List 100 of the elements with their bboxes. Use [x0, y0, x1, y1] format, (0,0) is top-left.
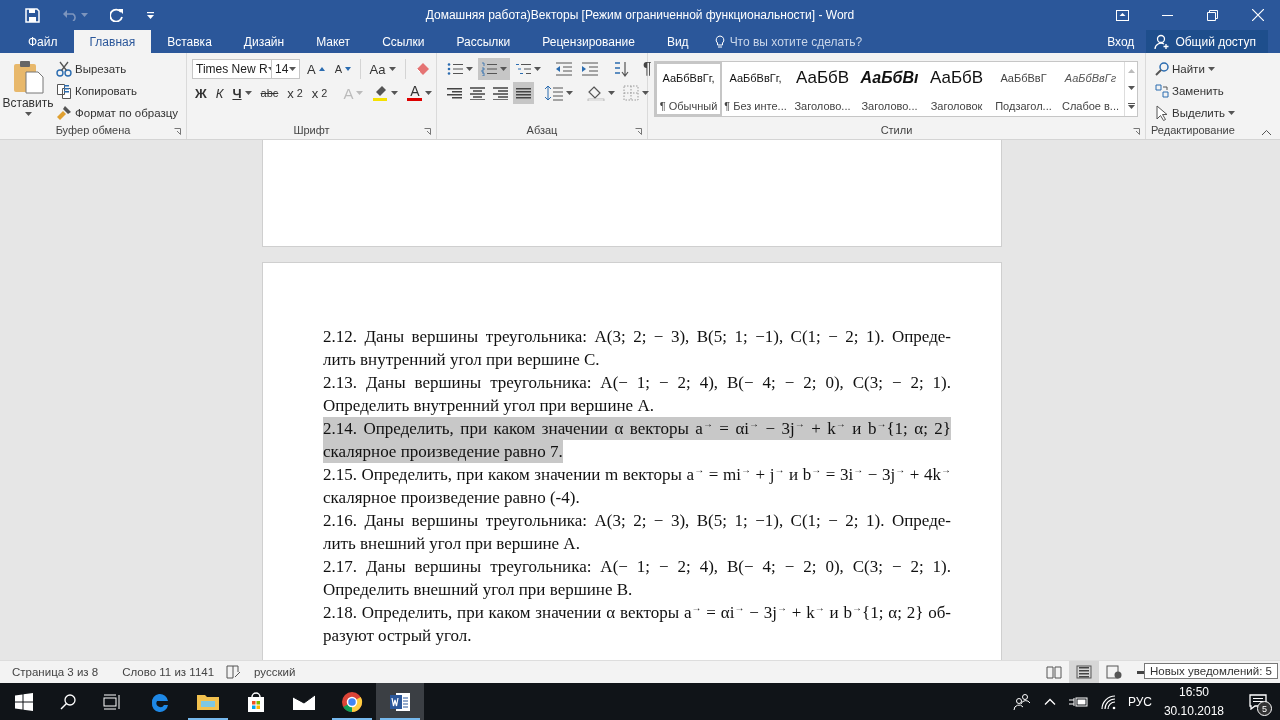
highlighter-icon[interactable] — [372, 85, 389, 101]
copy-icon[interactable] — [56, 82, 72, 99]
caret-icon[interactable] — [425, 91, 433, 95]
taskbar-app-button[interactable] — [376, 683, 424, 720]
strikethrough-button[interactable]: abc — [257, 82, 282, 104]
web-layout-icon[interactable] — [1106, 665, 1122, 679]
document-app-icon[interactable] — [389, 691, 411, 712]
replace-button[interactable]: Заменить — [1155, 81, 1236, 100]
font-size-field[interactable]: 14 — [271, 59, 301, 79]
language-indicator[interactable]: русский — [242, 666, 308, 678]
cursor-icon[interactable] — [1155, 104, 1169, 121]
caret-icon[interactable] — [24, 112, 32, 116]
caret-icon[interactable] — [289, 67, 297, 71]
message-icon[interactable] — [1249, 693, 1267, 710]
caret-icon[interactable] — [345, 67, 352, 71]
shrink-font-button[interactable]: A — [331, 58, 355, 80]
style-item[interactable]: АаБбВвГг, ¶ Без инте... — [722, 62, 789, 116]
caret-up-icon[interactable] — [318, 67, 325, 71]
find-button[interactable]: Найти — [1155, 59, 1236, 78]
redo-icon[interactable] — [110, 8, 124, 22]
caret-icon[interactable] — [566, 91, 573, 95]
dialog-launcher-icon[interactable] — [1133, 128, 1140, 135]
input-language-button[interactable]: РУС — [1127, 694, 1152, 709]
paste-button[interactable]: Вставить — [3, 57, 53, 123]
style-item[interactable]: АаБбВвГ Подзагол... — [990, 62, 1057, 116]
dialog-launcher-icon[interactable] — [174, 128, 181, 135]
ribbon-tab[interactable]: Дизайн — [227, 30, 301, 53]
underline-button[interactable]: Ч — [229, 82, 255, 104]
search-icon[interactable] — [1155, 61, 1169, 76]
people-icon[interactable] — [1011, 692, 1032, 711]
style-item[interactable]: АаБбВ Заголовок — [923, 62, 990, 116]
style-item[interactable]: АаБбВı Заголово... — [856, 62, 923, 116]
grow-font-button[interactable]: A — [304, 58, 328, 80]
view-button[interactable] — [1069, 661, 1099, 683]
bold-button[interactable]: Ж — [192, 82, 210, 104]
browser-icon[interactable] — [341, 690, 363, 713]
style-item[interactable]: АаБбВ Заголово... — [789, 62, 856, 116]
share-button[interactable]: Общий доступ — [1146, 30, 1268, 53]
numbering-button[interactable] — [478, 58, 510, 80]
dropdown-icon[interactable] — [146, 11, 155, 19]
scroll-down-icon[interactable] — [1127, 86, 1135, 90]
italic-button[interactable]: К — [212, 82, 227, 104]
caret-icon[interactable] — [1207, 66, 1215, 71]
clipboard-icon[interactable] — [12, 60, 44, 94]
search-icon[interactable] — [60, 693, 76, 710]
show-hidden-icons-icon[interactable] — [1043, 698, 1056, 705]
scissors-icon[interactable] — [56, 60, 72, 77]
shopping-bag-icon[interactable] — [246, 690, 266, 713]
font-name-field[interactable]: Times New R — [192, 59, 272, 79]
caret-icon[interactable] — [388, 67, 396, 71]
close-icon[interactable] — [1251, 9, 1264, 21]
format-painter-button[interactable]: Формат по образцу — [56, 103, 179, 122]
caret-icon[interactable] — [1228, 110, 1236, 115]
envelope-icon[interactable] — [292, 692, 316, 711]
windows-logo-icon[interactable] — [15, 692, 33, 711]
ribbon-tab[interactable]: Макет — [300, 30, 367, 53]
restore-icon[interactable] — [1207, 9, 1218, 21]
caret-icon[interactable] — [608, 91, 615, 95]
action-center-button[interactable]: 5 — [1236, 683, 1280, 720]
font-color-button[interactable]: A — [404, 82, 436, 104]
select-button[interactable]: Выделить — [1155, 103, 1236, 122]
wifi-icon[interactable] — [1099, 693, 1116, 710]
multilevel-list-icon[interactable] — [515, 62, 531, 76]
line-spacing-icon[interactable] — [545, 85, 563, 101]
show-formatting-marks-button[interactable]: ¶ — [640, 58, 655, 80]
collapse-ribbon-icon[interactable] — [1262, 130, 1271, 135]
ribbon-tab[interactable]: Ссылки — [366, 30, 441, 53]
sign-in-link[interactable]: Вход — [1095, 30, 1147, 53]
ribbon-tab[interactable]: Вид — [650, 30, 705, 53]
ribbon-tab[interactable]: Главная — [73, 30, 152, 53]
numbered-list-icon[interactable] — [481, 62, 497, 76]
dialog-launcher-icon[interactable] — [635, 128, 642, 135]
paint-bucket-icon[interactable] — [587, 85, 605, 101]
bullet-list-icon[interactable] — [447, 62, 463, 76]
page-count[interactable]: Страница 3 из 8 — [0, 666, 111, 678]
caret-icon[interactable] — [391, 91, 399, 95]
save-icon[interactable] — [25, 7, 40, 23]
change-case-button[interactable]: Aa — [366, 58, 399, 80]
ribbon-tab[interactable]: Вставка — [151, 30, 228, 53]
caret-icon[interactable] — [642, 91, 649, 95]
caret-icon[interactable] — [466, 67, 473, 71]
style-item[interactable]: АаБбВвГг Слабое в... — [1057, 62, 1124, 116]
lightbulb-icon[interactable] — [714, 34, 725, 49]
ribbon-tab[interactable]: Рецензирование — [526, 30, 651, 53]
minimize-icon[interactable] — [1162, 14, 1173, 16]
more-styles-icon[interactable] — [1127, 103, 1135, 110]
word-count[interactable]: Слово 11 из 1141 — [110, 666, 227, 678]
cut-button[interactable]: Вырезать — [56, 59, 179, 78]
ribbon-tab[interactable]: Рассылки — [440, 30, 527, 53]
dialog-launcher-icon[interactable] — [424, 128, 431, 135]
paintbrush-icon[interactable] — [56, 104, 72, 121]
caret-icon[interactable] — [244, 91, 252, 95]
ribbon-tab[interactable]: Файл — [12, 30, 74, 53]
clock[interactable]: 16:50 30.10.2018 — [1163, 684, 1224, 719]
caret-icon[interactable] — [500, 67, 507, 71]
tell-me-field[interactable]: Что вы хотите сделать? — [729, 34, 880, 49]
caret-icon[interactable] — [534, 67, 541, 71]
copy-button[interactable]: Копировать — [56, 81, 179, 100]
battery-plug-icon[interactable] — [1067, 694, 1088, 709]
page-layout-icon[interactable] — [1076, 665, 1092, 679]
